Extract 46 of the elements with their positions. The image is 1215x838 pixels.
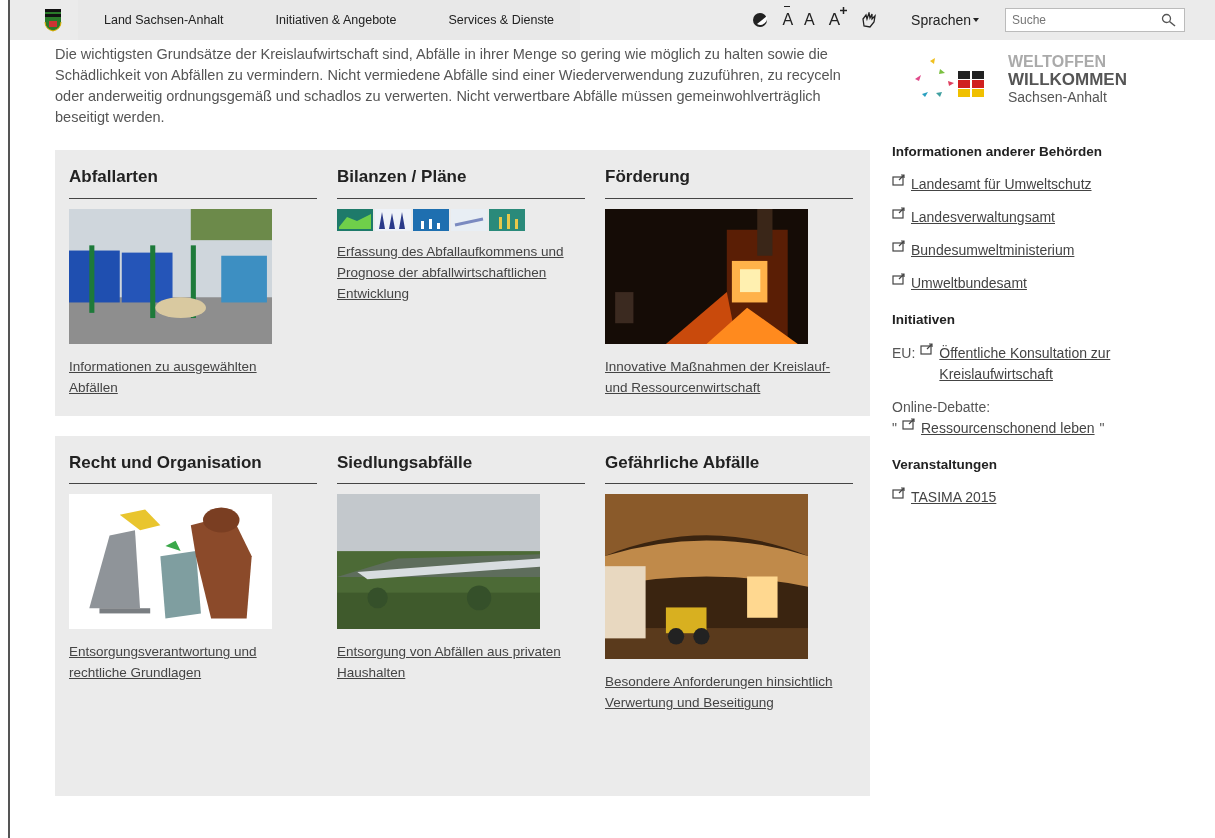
quote-mark: " bbox=[892, 418, 897, 438]
coat-of-arms-logo bbox=[44, 8, 62, 32]
section-link[interactable]: Innovative Maßnahmen der Kreislauf- und Ressourcenwirtschaft bbox=[605, 355, 841, 398]
section-heading: Förderung bbox=[605, 164, 853, 199]
sidebar-link[interactable]: Umweltbundesamt bbox=[911, 273, 1027, 295]
sidebar-heading: Initiativen bbox=[892, 311, 956, 330]
sidebar-link[interactable]: Landesamt für Umweltschutz bbox=[911, 174, 1092, 196]
sidebar-link[interactable]: Öffentliche Konsultation zur Kreislaufwirtschaft bbox=[939, 342, 1192, 385]
sidebar-heading: Veranstaltungen bbox=[892, 455, 999, 474]
caret-icon bbox=[971, 17, 981, 23]
plus-icon bbox=[840, 7, 848, 15]
section-link[interactable]: Entsorgung von Abfällen aus privaten Haushalten bbox=[337, 641, 573, 683]
external-link-icon bbox=[892, 174, 906, 187]
external-link-icon bbox=[892, 207, 906, 220]
external-link-icon bbox=[902, 417, 916, 430]
search-field[interactable]: Suche bbox=[1005, 8, 1185, 32]
external-link-icon bbox=[892, 273, 906, 286]
quote-mark: " bbox=[1099, 418, 1105, 438]
sidebar-link[interactable]: Landesverwaltungsamt bbox=[911, 207, 1055, 229]
sidebar-link[interactable]: TASIMA 2015 bbox=[911, 486, 997, 508]
badge-title: WELTOFFEN bbox=[1008, 52, 1108, 71]
section-link[interactable]: Erfassung des Abfallaufkommens und Prognose der abfallwirtschaftlichen Entwicklung bbox=[337, 240, 573, 304]
external-link-icon bbox=[892, 486, 906, 499]
section-heading: Abfallarten bbox=[69, 164, 317, 199]
sidebar-label: Online-Debatte: bbox=[892, 397, 992, 417]
external-link-icon bbox=[892, 240, 906, 253]
external-link-icon bbox=[920, 342, 935, 355]
badge-subtitle: Sachsen-Anhalt bbox=[1008, 88, 1108, 106]
section-heading: Gefährliche Abfälle bbox=[605, 449, 853, 484]
sidebar-link[interactable]: Bundesumweltministerium bbox=[911, 240, 1075, 262]
intro-paragraph: Die wichtigsten Grundsätze der Kreislaufwirtschaft sind, Abfälle in ihrer Menge so gering wie möglich zu halten sowie die Schädlichkeit von Abfällen zu vermindern. Nicht vermiedene Abfälle sind einer Wiederverwendung zuzuführen, zu recyceln oder anderweitig ordnungsgemäß und schadlos zu verwerten. Nicht verwertbare Abfälle müssen gemeinwohlverträglich beseitigt werden. bbox=[55, 45, 842, 127]
sidebar-heading: Informationen anderer Behörden bbox=[892, 143, 1104, 161]
font-size-button[interactable]: A bbox=[800, 8, 819, 32]
badge-title: WILLKOMMEN bbox=[1008, 70, 1127, 89]
sidebar-link[interactable]: Ressourcenschonend leben bbox=[921, 417, 1095, 439]
sidebar-label: EU: bbox=[892, 343, 916, 363]
section-heading: Recht und Organisation bbox=[69, 449, 317, 484]
section-heading: Bilanzen / Pläne bbox=[337, 164, 585, 199]
section-heading: Siedlungsabfälle bbox=[337, 449, 585, 484]
font-size-button[interactable]: A bbox=[778, 8, 795, 32]
section-link[interactable]: Besondere Anforderungen hinsichtlich Verwertung und Beseitigung bbox=[605, 671, 841, 713]
language-dropdown[interactable]: Sprachen bbox=[907, 9, 985, 31]
section-link[interactable]: Informationen zu ausgewählten Abfällen bbox=[69, 355, 305, 398]
font-size-button[interactable]: A bbox=[824, 7, 852, 33]
search-icon bbox=[1161, 13, 1177, 27]
section-link[interactable]: Entsorgungsverantwortung und rechtliche Grundlagen bbox=[69, 641, 305, 683]
